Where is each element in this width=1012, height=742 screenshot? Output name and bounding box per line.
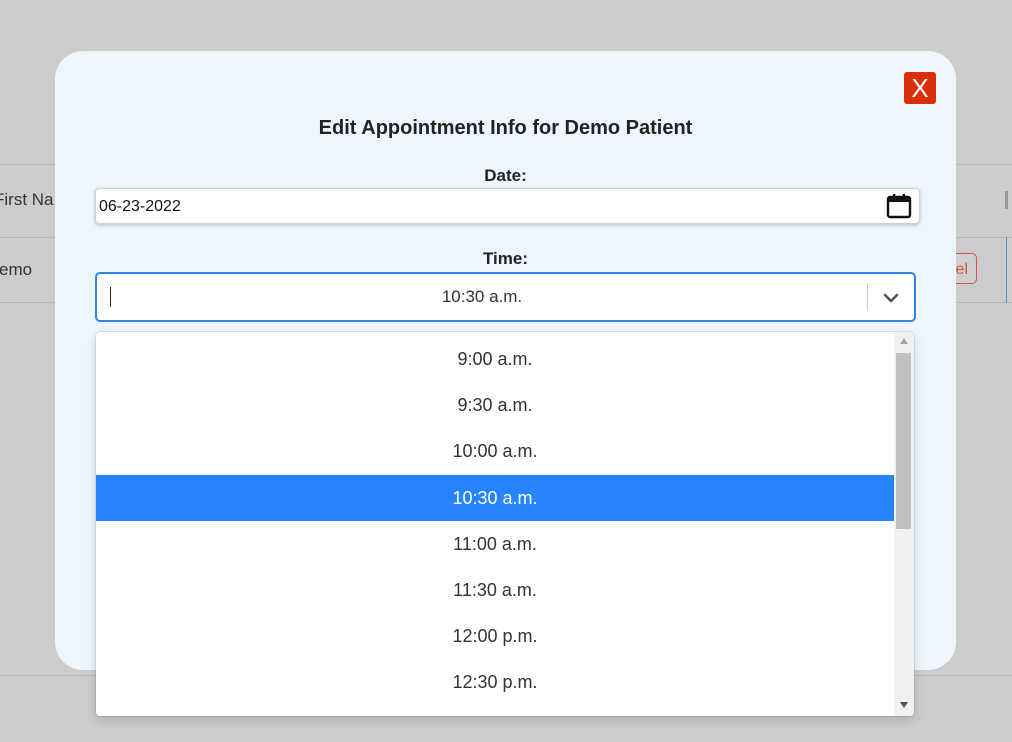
time-option[interactable]: 11:30 a.m. [96, 567, 894, 613]
date-value: 06-23-2022 [99, 198, 181, 215]
time-option[interactable]: 9:00 a.m. [96, 336, 894, 382]
scrollbar-thumb[interactable] [896, 353, 911, 529]
date-label: Date: [484, 166, 527, 185]
time-selected-value: 10:30 a.m. [441, 287, 523, 306]
select-separator [867, 284, 868, 310]
calendar-icon[interactable] [885, 192, 913, 220]
time-option[interactable]: 10:00 a.m. [96, 428, 894, 474]
scroll-down-icon[interactable] [900, 702, 908, 708]
time-option-selected[interactable]: 10:30 a.m. [96, 475, 894, 521]
time-option[interactable]: 12:00 p.m. [96, 613, 894, 659]
table-header-first-name: First Na [0, 190, 54, 209]
time-option[interactable]: 12:30 p.m. [96, 659, 894, 705]
column-resize-handle [1005, 191, 1008, 209]
menu-scrollbar[interactable] [894, 332, 914, 716]
time-option[interactable]: 11:00 a.m. [96, 521, 894, 567]
time-select[interactable]: 10:30 a.m. [95, 272, 916, 322]
chevron-down-icon[interactable] [880, 288, 902, 308]
date-field[interactable]: 06-23-2022 [95, 188, 920, 224]
row-edge [1006, 237, 1007, 303]
scroll-up-icon[interactable] [900, 338, 908, 344]
close-button[interactable]: X [904, 72, 936, 104]
time-label: Time: [482, 249, 529, 268]
time-option[interactable]: 9:30 a.m. [96, 382, 894, 428]
modal-title: Edit Appointment Info for Demo Patient [318, 117, 693, 139]
time-options-menu: 9:00 a.m. 9:30 a.m. 10:00 a.m. 10:30 a.m… [96, 332, 914, 716]
table-cell-first-name: emo [0, 260, 33, 279]
